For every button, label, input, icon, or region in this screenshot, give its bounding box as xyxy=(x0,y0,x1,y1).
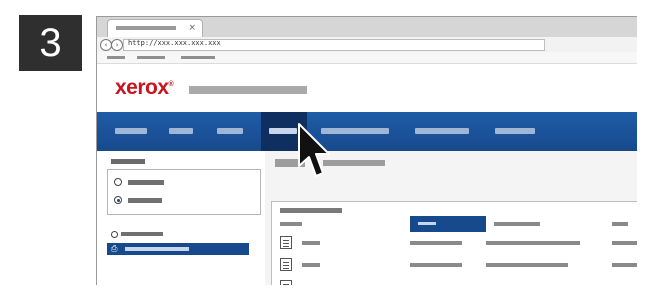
bookmark-item[interactable] xyxy=(181,56,215,59)
url-text: http://xxx.xxx.xxx.xxx xyxy=(128,39,221,47)
nav-item-7[interactable] xyxy=(495,128,535,134)
column-header-active[interactable] xyxy=(410,216,486,232)
panel-title xyxy=(280,208,342,213)
site-header: xerox® xyxy=(97,64,637,112)
table-cell xyxy=(410,263,462,267)
table-cell xyxy=(612,241,637,245)
radio-option-1[interactable] xyxy=(114,178,122,186)
column-header[interactable] xyxy=(494,222,540,226)
url-input[interactable]: http://xxx.xxx.xxx.xxx xyxy=(123,39,545,51)
xerox-logo: xerox® xyxy=(115,76,174,99)
page-title xyxy=(323,160,385,166)
document-icon xyxy=(280,236,292,249)
browser-window: × ‹ › http://xxx.xxx.xxx.xxx xerox® ⎙ xyxy=(96,16,637,285)
bookmark-item[interactable] xyxy=(107,56,125,59)
close-icon[interactable]: × xyxy=(188,22,196,34)
table-cell xyxy=(486,241,580,245)
table-cell xyxy=(612,263,637,267)
bookmarks-bar xyxy=(97,52,637,64)
table-row[interactable] xyxy=(272,234,637,252)
sidebar-link-label[interactable] xyxy=(121,232,163,236)
sidebar: ⎙ xyxy=(97,151,265,285)
radio-option-2[interactable] xyxy=(114,196,122,204)
forward-arrow-icon[interactable]: › xyxy=(111,39,123,51)
table-cell xyxy=(410,241,462,245)
step-number-badge: 3 xyxy=(19,15,82,71)
sidebar-link-icon[interactable] xyxy=(111,231,118,238)
document-icon xyxy=(280,258,292,271)
nav-item-2[interactable] xyxy=(169,128,193,134)
nav-item-active[interactable] xyxy=(269,128,297,134)
column-header[interactable] xyxy=(612,222,628,226)
document-icon xyxy=(280,280,292,285)
table-row[interactable] xyxy=(272,256,637,274)
sidebar-radio-group xyxy=(107,169,261,215)
sidebar-item-selected-label xyxy=(125,247,189,251)
printer-icon: ⎙ xyxy=(111,244,118,253)
address-bar-row: ‹ › http://xxx.xxx.xxx.xxx xyxy=(97,37,637,52)
table-cell xyxy=(302,263,320,267)
bookmark-item[interactable] xyxy=(137,56,165,59)
column-header-active-label xyxy=(418,222,436,225)
sidebar-item-selected[interactable]: ⎙ xyxy=(107,243,249,255)
table-cell xyxy=(486,263,568,267)
nav-item-3[interactable] xyxy=(217,128,243,134)
content-panel xyxy=(271,201,637,285)
radio-option-2-label xyxy=(128,198,162,203)
tab-title xyxy=(116,26,176,30)
nav-item-6[interactable] xyxy=(415,128,469,134)
browser-tab[interactable]: × xyxy=(107,19,203,38)
column-header[interactable] xyxy=(280,222,302,226)
nav-item-5[interactable] xyxy=(321,128,389,134)
sidebar-heading xyxy=(111,159,145,164)
device-title xyxy=(189,86,307,94)
main-navigation xyxy=(97,112,637,151)
table-cell xyxy=(302,241,320,245)
nav-item-1[interactable] xyxy=(115,128,147,134)
table-row[interactable] xyxy=(272,278,637,285)
mouse-pointer-icon xyxy=(298,123,330,177)
radio-option-1-label xyxy=(128,180,164,185)
tab-strip: × xyxy=(97,17,637,38)
